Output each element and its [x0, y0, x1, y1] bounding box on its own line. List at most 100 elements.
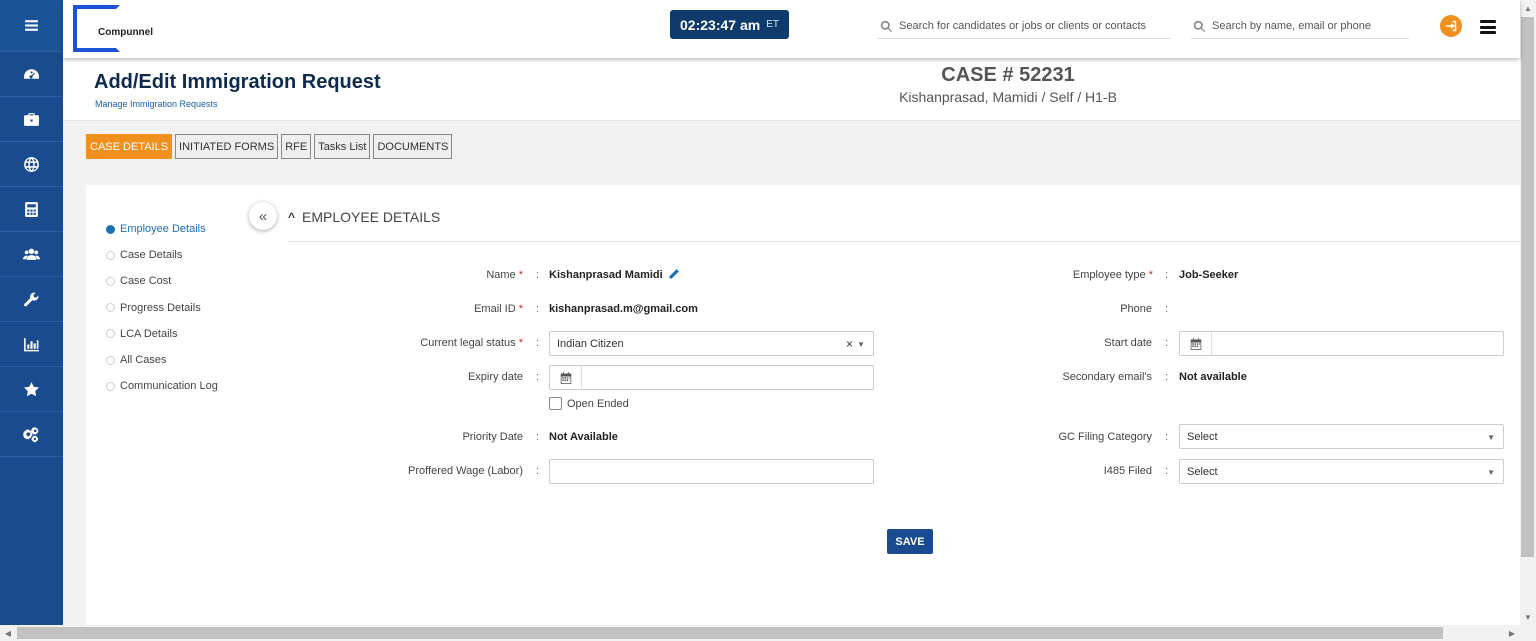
horizontal-scroll-thumb[interactable] — [17, 627, 1443, 639]
app-root: Compunnel 02:23:47 am ET Search for cand… — [0, 0, 1536, 641]
page-header: Add/Edit Immigration Request Manage Immi… — [63, 58, 1520, 121]
tab-documents[interactable]: DOCUMENTS — [373, 134, 453, 159]
priority-date-label: Priority Date — [462, 431, 523, 443]
sidebar-menu-toggle[interactable] — [0, 0, 63, 52]
secondary-email-value: Not available — [1179, 371, 1247, 383]
colon: : — [1165, 269, 1169, 281]
step-label: Progress Details — [120, 301, 201, 314]
global-search-input[interactable]: Search for candidates or jobs or clients… — [878, 14, 1170, 39]
calendar-button[interactable] — [1180, 332, 1212, 355]
chevron-up-icon: ^ — [288, 210, 296, 224]
email-label-text: Email ID — [474, 303, 516, 315]
double-chevron-left-icon: « — [258, 207, 268, 225]
step-dot — [106, 250, 115, 260]
sidebar-item-favorites[interactable] — [0, 367, 63, 412]
sidebar-item-settings[interactable] — [0, 412, 63, 457]
scroll-down-arrow-icon[interactable]: ▼ — [1520, 609, 1536, 625]
step-dot — [106, 381, 115, 391]
step-all-cases[interactable]: All Cases — [106, 347, 218, 373]
section-header-employee-details[interactable]: ^ EMPLOYEE DETAILS — [288, 209, 440, 225]
vertical-scrollbar[interactable]: ▲ ▼ — [1520, 0, 1536, 625]
dashboard-icon — [24, 68, 39, 79]
hamburger-line — [1480, 20, 1496, 23]
sidebar-item-global[interactable] — [0, 142, 63, 187]
clear-icon[interactable]: × — [846, 337, 853, 351]
sidebar-item-calculator[interactable] — [0, 187, 63, 232]
scroll-up-arrow-icon[interactable]: ▲ — [1520, 0, 1536, 16]
step-dot — [106, 329, 115, 339]
sidebar-item-reports[interactable] — [0, 322, 63, 367]
horizontal-scrollbar[interactable]: ◀ ▶ — [0, 625, 1536, 641]
step-lca-details[interactable]: LCA Details — [106, 321, 218, 347]
pencil-icon — [669, 269, 679, 279]
tab-rfe[interactable]: RFE — [281, 134, 312, 159]
colon: : — [1165, 337, 1169, 349]
legal-status-value: Indian Citizen — [557, 337, 624, 350]
section-title: EMPLOYEE DETAILS — [302, 209, 441, 225]
sidebar-item-tools[interactable] — [0, 277, 63, 322]
caret-down-icon: ▼ — [857, 340, 865, 349]
step-label: LCA Details — [120, 327, 178, 340]
clock-timezone: ET — [766, 19, 779, 30]
step-case-cost[interactable]: Case Cost — [106, 268, 218, 294]
step-label: Case Details — [120, 249, 183, 262]
expiry-date-label: Expiry date — [467, 371, 523, 383]
calendar-icon — [1190, 337, 1201, 350]
legal-status-select[interactable]: Indian Citizen × ▼ — [549, 331, 874, 356]
step-label: Case Cost — [120, 275, 172, 288]
tab-case-details[interactable]: CASE DETAILS — [86, 134, 173, 159]
people-search-placeholder: Search by name, email or phone — [1212, 20, 1371, 32]
colon: : — [1165, 465, 1169, 477]
logo-text: Compunnel — [97, 27, 154, 38]
company-logo[interactable]: Compunnel — [73, 5, 154, 53]
bar-chart-icon — [24, 337, 39, 351]
tab-tasks-list[interactable]: Tasks List — [314, 134, 371, 159]
save-button[interactable]: SAVE — [887, 529, 933, 554]
expiry-date-input[interactable] — [549, 365, 874, 390]
logout-button[interactable] — [1440, 15, 1462, 37]
open-ended-checkbox[interactable]: Open Ended — [549, 397, 629, 410]
scroll-left-arrow-icon[interactable]: ◀ — [0, 625, 16, 641]
calculator-icon — [25, 201, 38, 217]
tab-initiated-forms[interactable]: INITIATED FORMS — [175, 134, 279, 159]
proffered-wage-input[interactable] — [549, 459, 874, 484]
search-icon — [1193, 20, 1206, 32]
globe-icon — [24, 156, 39, 172]
collapse-steps-button[interactable]: « — [249, 202, 277, 230]
start-date-input[interactable] — [1179, 331, 1504, 356]
step-case-details[interactable]: Case Details — [106, 242, 218, 268]
employee-type-label: Employee type * — [956, 269, 1153, 281]
sidebar-item-jobs[interactable] — [0, 97, 63, 142]
colon: : — [1165, 431, 1169, 443]
step-dot — [106, 355, 115, 365]
step-label: Communication Log — [120, 380, 218, 393]
sidebar-item-dashboard[interactable] — [0, 52, 63, 97]
people-search-input[interactable]: Search by name, email or phone — [1191, 14, 1409, 39]
gc-filing-category-select[interactable]: Select ▼ — [1179, 424, 1504, 449]
step-communication-log[interactable]: Communication Log — [106, 373, 218, 399]
name-value: Kishanprasad Mamidi — [549, 269, 663, 281]
colon: : — [1165, 303, 1169, 315]
calendar-button[interactable] — [550, 366, 582, 389]
priority-date-value: Not Available — [549, 431, 618, 443]
step-progress-details[interactable]: Progress Details — [106, 295, 218, 321]
step-dot — [106, 224, 115, 234]
colon: : — [536, 431, 540, 443]
header-menu-button[interactable] — [1480, 20, 1496, 34]
required-mark: * — [518, 303, 523, 315]
edit-name-button[interactable] — [668, 268, 680, 280]
step-dot — [106, 276, 115, 286]
section-divider — [288, 241, 1520, 242]
hamburger-line — [1480, 31, 1496, 34]
step-employee-details[interactable]: Employee Details — [106, 216, 218, 242]
caret-down-icon: ▼ — [1487, 433, 1495, 442]
vertical-scroll-thumb[interactable] — [1521, 17, 1534, 557]
colon: : — [536, 465, 540, 477]
sidebar-item-users[interactable] — [0, 232, 63, 277]
i485-filed-select[interactable]: Select ▼ — [1179, 459, 1504, 484]
employee-type-label-text: Employee type — [1072, 269, 1146, 281]
colon: : — [536, 269, 540, 281]
users-icon — [23, 248, 40, 260]
checkbox-box[interactable] — [549, 397, 562, 410]
scroll-right-arrow-icon[interactable]: ▶ — [1504, 625, 1520, 641]
